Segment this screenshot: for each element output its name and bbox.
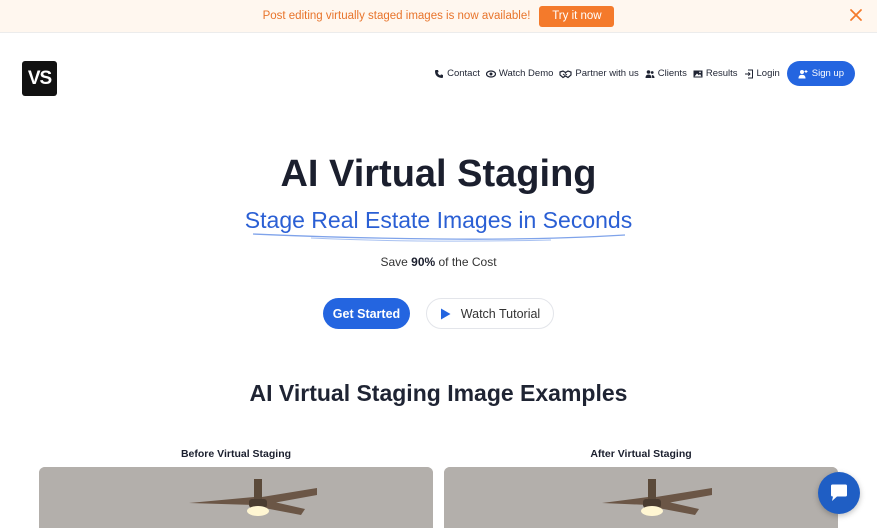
login-icon [744, 69, 753, 78]
before-image [39, 467, 433, 528]
image-icon [693, 70, 703, 77]
play-icon [440, 308, 451, 319]
subtitle-underline [252, 233, 626, 242]
banner-text: Post editing virtually staged images is … [262, 10, 531, 22]
nav-watch-demo[interactable]: Watch Demo [485, 68, 553, 79]
before-label: Before Virtual Staging [180, 448, 292, 460]
phone-icon [435, 69, 444, 78]
watch-tutorial-button[interactable]: Watch Tutorial [426, 298, 554, 329]
logo-text: VS [27, 67, 52, 89]
nav-results[interactable]: Results [693, 68, 738, 79]
get-started-button[interactable]: Get Started [323, 298, 410, 329]
after-label: After Virtual Staging [590, 448, 692, 460]
logo[interactable]: VS [22, 61, 57, 96]
nav-login[interactable]: Login [744, 68, 780, 79]
chat-icon [831, 484, 847, 501]
nav-contact[interactable]: Contact [434, 68, 480, 79]
ceiling-fan-illustration [39, 467, 433, 528]
eye-icon [485, 69, 496, 78]
after-image [444, 467, 838, 528]
signup-button[interactable]: Sign up [786, 61, 855, 86]
try-it-now-button[interactable]: Try it now [539, 5, 615, 27]
handshake-icon [559, 69, 573, 78]
close-icon[interactable] [849, 8, 863, 22]
savings-text: Save 90% of the Cost [380, 255, 497, 269]
nav-clients[interactable]: Clients [645, 68, 687, 79]
main-nav: Contact Watch Demo Partner with us Clien… [434, 61, 855, 86]
examples-title: AI Virtual Staging Image Examples [249, 380, 628, 406]
nav-partner[interactable]: Partner with us [559, 68, 639, 79]
user-plus-icon [798, 69, 808, 78]
ceiling-fan-illustration [444, 467, 838, 528]
users-icon [645, 69, 655, 78]
chat-button[interactable] [818, 472, 860, 514]
hero-title: AI Virtual Staging [280, 153, 597, 195]
announcement-banner: Post editing virtually staged images is … [0, 0, 877, 33]
savings-value: 90% [411, 255, 436, 269]
